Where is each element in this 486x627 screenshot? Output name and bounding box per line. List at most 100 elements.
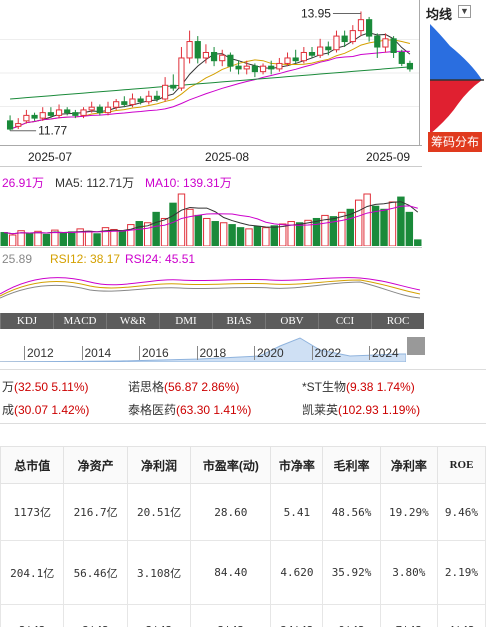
indicator-tab-bar: KDJ MACD W&R DMI BIAS OBV CCI ROC xyxy=(0,313,424,329)
stock-chart-page: { "kline":{ "high_label":"13.95", "low_l… xyxy=(0,0,486,627)
tab-dmi[interactable]: DMI xyxy=(159,313,212,329)
rsi12-value: RSI12: 38.17 xyxy=(50,252,121,266)
volume-bar xyxy=(42,233,51,246)
candle xyxy=(357,19,365,32)
timeline-scroll-handle[interactable] xyxy=(407,337,425,355)
volume-bar xyxy=(219,222,228,246)
volume-bar xyxy=(84,230,93,246)
kline-chart[interactable]: 13.95 11.77 xyxy=(0,0,420,145)
table-row: 2|423|422|422|4234|429|427|424|42 xyxy=(0,604,486,627)
table-cell: 56.46亿 xyxy=(63,540,128,605)
tab-roc[interactable]: ROC xyxy=(371,313,424,329)
volume-bar xyxy=(127,224,135,246)
volume-ma10: MA10: 139.31万 xyxy=(145,176,232,190)
related-stock-item[interactable]: 泰格医药(63.30 1.41%) xyxy=(128,401,251,418)
candle xyxy=(268,65,275,70)
candle xyxy=(259,65,267,73)
volume-bar xyxy=(405,211,414,246)
volume-bar xyxy=(380,208,388,246)
candle xyxy=(31,114,38,119)
col-header[interactable]: 净利率 xyxy=(379,446,438,484)
col-header[interactable]: 净利润 xyxy=(126,446,192,484)
table-cell: 7|42 xyxy=(379,604,438,627)
candle xyxy=(113,101,120,108)
candle xyxy=(251,65,258,73)
divider xyxy=(0,247,422,248)
candle xyxy=(72,112,79,116)
related-stock-item[interactable]: 成(30.07 1.42%) xyxy=(2,401,89,418)
candle xyxy=(80,109,87,116)
table-cell: 2|42 xyxy=(0,604,65,627)
volume-bar xyxy=(160,217,169,246)
candle xyxy=(382,38,389,48)
related-stock-item[interactable]: 凯莱英(102.93 1.19%) xyxy=(302,401,420,418)
volume-bar xyxy=(68,231,76,246)
timeline-year: 2012 xyxy=(24,346,54,360)
related-stock-item[interactable]: 诺思格(56.87 2.86%) xyxy=(128,378,239,395)
tab-cci[interactable]: CCI xyxy=(318,313,371,329)
volume-bar xyxy=(228,224,236,246)
chip-side-panel: 均线 ▼ 筹码分布 xyxy=(424,0,486,160)
candle xyxy=(276,62,283,70)
history-timeline[interactable]: 2012 2014 2016 2018 2020 2022 2024 xyxy=(0,332,406,362)
table-row: 204.1亿 56.46亿 3.108亿 84.40 4.620 35.92% 3.80% 2… xyxy=(0,540,486,605)
table-cell: 84.40 xyxy=(190,540,272,605)
volume-bar xyxy=(34,230,42,246)
volume-bar xyxy=(397,196,405,246)
volume-bar xyxy=(304,219,312,246)
timeline-year: 2022 xyxy=(311,346,341,360)
ma20-line xyxy=(9,50,410,130)
candle xyxy=(202,51,210,59)
volume-bar xyxy=(194,214,203,246)
tab-macd[interactable]: MACD xyxy=(53,313,106,329)
financial-comparison-table: 总市值 净资产 净利润 市盈率(动) 市净率 毛利率 净利率 ROE 1173亿… xyxy=(0,446,486,627)
col-header[interactable]: 市盈率(动) xyxy=(190,446,272,484)
col-header[interactable]: 净资产 xyxy=(63,446,128,484)
volume-bar xyxy=(363,193,371,246)
candle xyxy=(23,114,30,122)
candle xyxy=(406,62,414,70)
chip-distribution-chart xyxy=(430,24,484,134)
candle xyxy=(308,51,316,56)
chip-profit-area xyxy=(430,24,482,80)
candle xyxy=(325,46,332,51)
volume-bar xyxy=(93,233,101,246)
volume-bar xyxy=(135,221,143,246)
timeline-year: 2020 xyxy=(254,346,284,360)
chip-distribution-button[interactable]: 筹码分布 xyxy=(428,132,482,152)
tab-obv[interactable]: OBV xyxy=(265,313,318,329)
table-header-row: 总市值 净资产 净利润 市盈率(动) 市净率 毛利率 净利率 ROE xyxy=(0,446,486,484)
candle xyxy=(390,38,397,53)
tab-wr[interactable]: W&R xyxy=(106,313,159,329)
low-price-label: 11.77 xyxy=(38,124,67,138)
chevron-down-icon[interactable]: ▼ xyxy=(458,5,471,18)
volume-bar xyxy=(295,222,304,246)
related-stock-item[interactable]: 万(32.50 5.11%) xyxy=(2,378,89,395)
tab-bias[interactable]: BIAS xyxy=(212,313,265,329)
kline-svg: 13.95 11.77 xyxy=(0,6,419,138)
volume-ma5: MA5: 112.71万 xyxy=(55,176,135,190)
table-cell: 19.29% xyxy=(379,483,438,541)
candle xyxy=(235,65,242,70)
candle xyxy=(194,41,201,59)
related-stock-item[interactable]: *ST生物(9.38 1.74%) xyxy=(302,378,415,395)
table-cell: 35.92% xyxy=(322,540,381,605)
table-cell: 2.19% xyxy=(436,540,486,605)
candle xyxy=(366,19,373,37)
table-cell: 4|42 xyxy=(436,604,486,627)
date-label: 2025-07 xyxy=(28,150,73,164)
table-cell: 20.51亿 xyxy=(126,483,192,541)
col-header[interactable]: 市净率 xyxy=(270,446,324,484)
tab-kdj[interactable]: KDJ xyxy=(0,313,53,329)
candle xyxy=(145,95,152,103)
col-header[interactable]: 总市值 xyxy=(0,446,65,484)
rsi24-value: RSI24: 45.51 xyxy=(125,252,196,266)
volume-bar xyxy=(279,223,287,246)
col-header[interactable]: ROE xyxy=(436,446,486,484)
col-header[interactable]: 毛利率 xyxy=(322,446,381,484)
table-cell: 9.46% xyxy=(436,483,486,541)
chip-loss-area xyxy=(430,80,482,134)
candle xyxy=(341,35,348,43)
candle xyxy=(186,41,193,59)
candle xyxy=(64,109,71,114)
